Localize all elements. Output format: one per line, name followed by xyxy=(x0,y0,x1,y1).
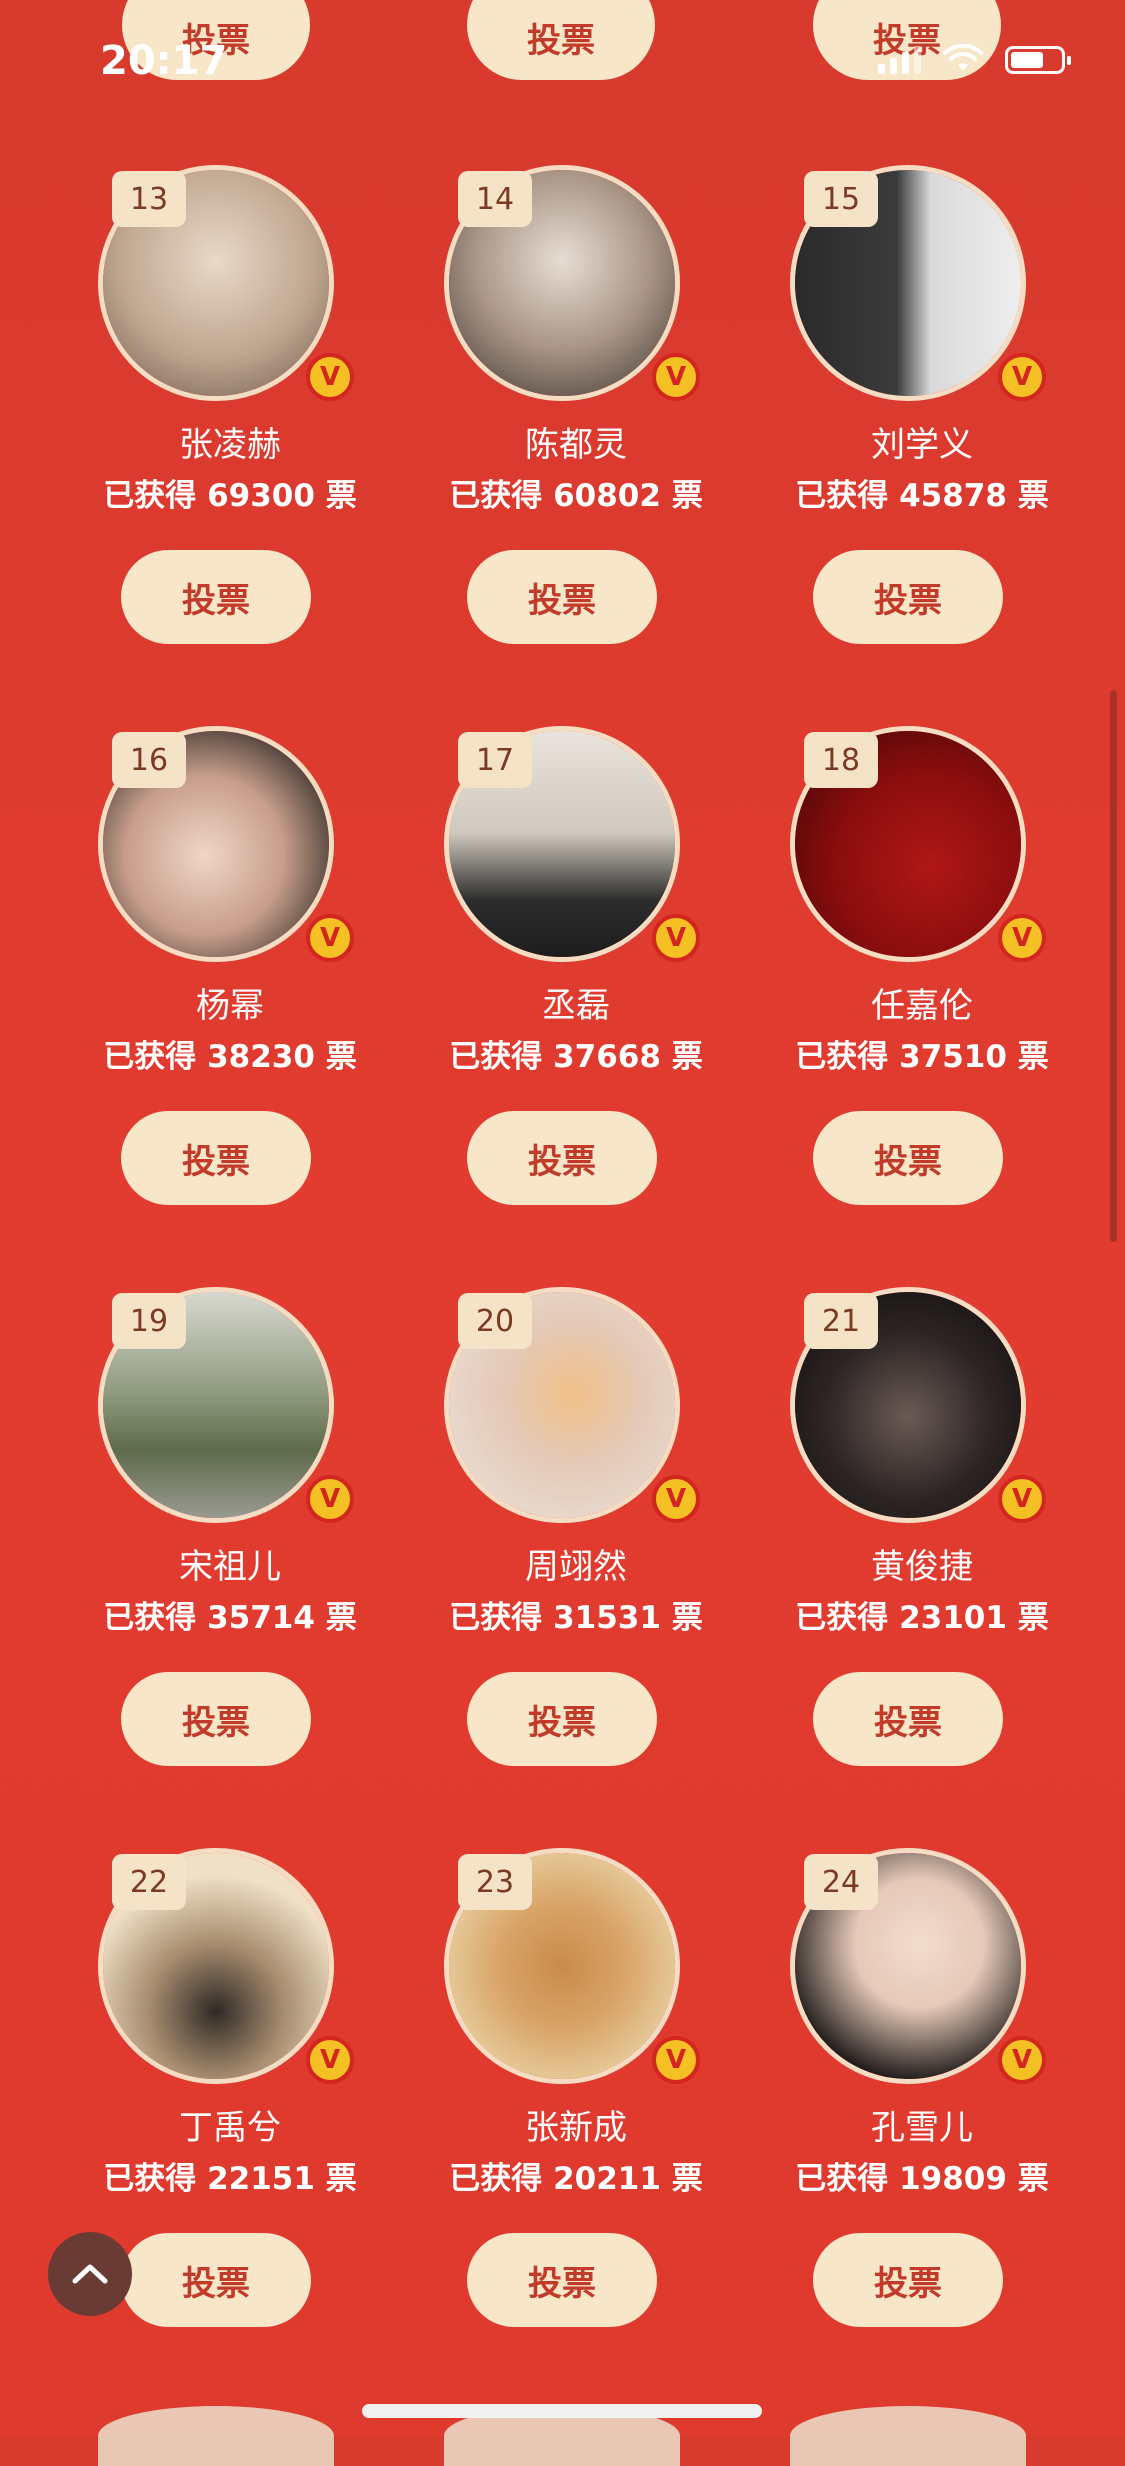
battery-icon xyxy=(1005,46,1071,74)
verified-icon: V xyxy=(998,2036,1046,2084)
vote-count: 已获得 20211 票 xyxy=(449,2161,703,2197)
candidate-name: 黄俊捷 xyxy=(871,1547,973,1587)
rank-badge: 17 xyxy=(458,732,532,788)
rank-badge: 22 xyxy=(112,1854,186,1910)
candidate-name: 张新成 xyxy=(525,2108,627,2148)
candidate-card: 23 V 张新成 已获得 20211 票 投票 xyxy=(406,1848,746,2368)
vote-button[interactable]: 投票 xyxy=(467,1111,657,1205)
rank-badge: 14 xyxy=(458,171,532,227)
rank-badge: 19 xyxy=(112,1293,186,1349)
candidate-name: 周翊然 xyxy=(525,1547,627,1587)
vote-count: 已获得 45878 票 xyxy=(795,478,1049,514)
candidate-name: 宋祖儿 xyxy=(179,1547,281,1587)
candidate-name: 丞磊 xyxy=(542,986,610,1026)
status-time: 20:17 xyxy=(100,38,228,84)
rank-badge: 21 xyxy=(804,1293,878,1349)
vote-button[interactable]: 投票 xyxy=(467,2233,657,2327)
candidate-name: 张凌赫 xyxy=(179,425,281,465)
vote-count: 已获得 37668 票 xyxy=(449,1039,703,1075)
vote-button[interactable]: 投票 xyxy=(467,550,657,644)
candidate-card: 24 V 孔雪儿 已获得 19809 票 投票 xyxy=(752,1848,1092,2368)
vote-count: 已获得 31531 票 xyxy=(449,1600,703,1636)
verified-icon: V xyxy=(998,353,1046,401)
candidate-card: 21 V 黄俊捷 已获得 23101 票 投票 xyxy=(752,1287,1092,1807)
vote-count: 已获得 35714 票 xyxy=(103,1600,357,1636)
vote-button[interactable]: 投票 xyxy=(121,1111,311,1205)
candidate-name: 杨幂 xyxy=(196,986,264,1026)
wifi-icon xyxy=(943,44,983,71)
verified-icon: V xyxy=(998,1475,1046,1523)
chevron-up-icon xyxy=(72,2264,108,2284)
candidate-name: 陈都灵 xyxy=(525,425,627,465)
avatar[interactable] xyxy=(98,2406,334,2466)
verified-icon: V xyxy=(306,1475,354,1523)
rank-badge: 16 xyxy=(112,732,186,788)
vote-button[interactable]: 投票 xyxy=(467,1672,657,1766)
verified-icon: V xyxy=(652,914,700,962)
verified-icon: V xyxy=(306,2036,354,2084)
vote-count: 已获得 38230 票 xyxy=(103,1039,357,1075)
rank-badge: 20 xyxy=(458,1293,532,1349)
vote-button[interactable]: 投票 xyxy=(813,1111,1003,1205)
vote-count: 已获得 60802 票 xyxy=(449,478,703,514)
vote-button[interactable]: 投票 xyxy=(813,1672,1003,1766)
verified-icon: V xyxy=(306,353,354,401)
signal-icon xyxy=(878,46,921,74)
rank-badge: 24 xyxy=(804,1854,878,1910)
rank-badge: 18 xyxy=(804,732,878,788)
back-to-top-button[interactable] xyxy=(48,2232,132,2316)
verified-icon: V xyxy=(998,914,1046,962)
vote-count: 已获得 23101 票 xyxy=(795,1600,1049,1636)
verified-icon: V xyxy=(306,914,354,962)
vote-button[interactable]: 投票 xyxy=(813,550,1003,644)
vote-count: 已获得 22151 票 xyxy=(103,2161,357,2197)
verified-icon: V xyxy=(652,353,700,401)
candidate-name: 丁禹兮 xyxy=(179,2108,281,2148)
avatar[interactable] xyxy=(790,2406,1026,2466)
rank-badge: 23 xyxy=(458,1854,532,1910)
candidate-card: 16 V 杨幂 已获得 38230 票 投票 xyxy=(60,726,400,1246)
candidate-name: 任嘉伦 xyxy=(871,986,973,1026)
candidate-card: 17 V 丞磊 已获得 37668 票 投票 xyxy=(406,726,746,1246)
vote-button[interactable]: 投票 xyxy=(121,550,311,644)
home-indicator[interactable] xyxy=(362,2404,762,2418)
rank-badge: 15 xyxy=(804,171,878,227)
verified-icon: V xyxy=(652,2036,700,2084)
candidate-name: 孔雪儿 xyxy=(871,2108,973,2148)
vote-count: 已获得 69300 票 xyxy=(103,478,357,514)
verified-icon: V xyxy=(652,1475,700,1523)
candidate-card: 13 V 张凌赫 已获得 69300 票 投票 xyxy=(60,165,400,685)
candidate-card: 14 V 陈都灵 已获得 60802 票 投票 xyxy=(406,165,746,685)
status-icons xyxy=(878,44,1071,74)
candidate-card: 15 V 刘学义 已获得 45878 票 投票 xyxy=(752,165,1092,685)
vote-count: 已获得 37510 票 xyxy=(795,1039,1049,1075)
vote-button[interactable]: 投票 xyxy=(121,1672,311,1766)
rank-badge: 13 xyxy=(112,171,186,227)
vote-button[interactable]: 投票 xyxy=(813,2233,1003,2327)
vote-button[interactable]: 投票 xyxy=(121,2233,311,2327)
vote-count: 已获得 19809 票 xyxy=(795,2161,1049,2197)
candidate-card: 20 V 周翊然 已获得 31531 票 投票 xyxy=(406,1287,746,1807)
candidate-card: 18 V 任嘉伦 已获得 37510 票 投票 xyxy=(752,726,1092,1246)
candidate-card: 19 V 宋祖儿 已获得 35714 票 投票 xyxy=(60,1287,400,1807)
status-bar: 20:17 xyxy=(0,0,1125,120)
candidate-name: 刘学义 xyxy=(871,425,973,465)
scrollbar[interactable] xyxy=(1110,690,1117,1242)
